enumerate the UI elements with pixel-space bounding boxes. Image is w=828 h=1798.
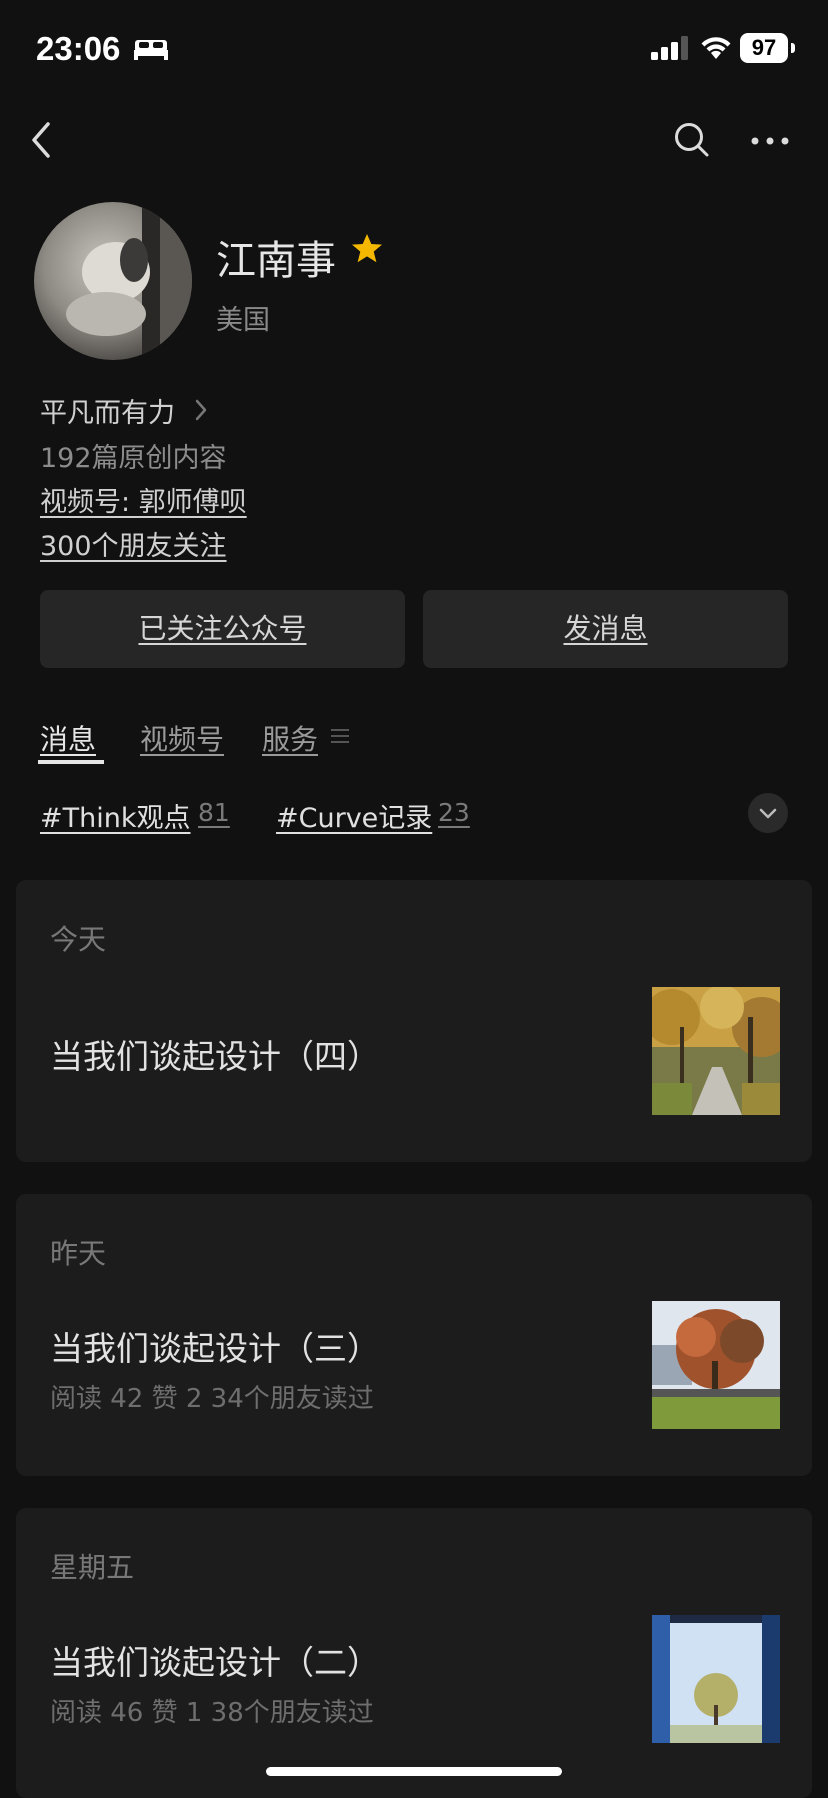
followed-button[interactable]: 已关注公众号 — [40, 590, 405, 668]
star-icon — [350, 232, 384, 270]
tab-services[interactable]: 服务 — [262, 718, 318, 758]
feed-card[interactable]: 星期五 当我们谈起设计（二） 阅读 46 赞 1 38个朋友读过 — [16, 1508, 812, 1798]
motto-link[interactable]: 平凡而有力 — [40, 391, 175, 430]
article-title[interactable]: 当我们谈起设计（四） — [50, 1030, 380, 1078]
article-meta: 阅读 46 赞 1 38个朋友读过 — [50, 1698, 374, 1728]
tag-think-count: 81 — [198, 798, 230, 827]
search-icon[interactable] — [672, 120, 712, 164]
home-indicator[interactable] — [266, 1767, 562, 1776]
sleep-icon — [134, 38, 168, 64]
feed-card[interactable]: 今天 当我们谈起设计（四） — [16, 880, 812, 1162]
tab-active-indicator — [38, 760, 104, 764]
article-title[interactable]: 当我们谈起设计（三） — [50, 1322, 380, 1370]
tag-curve-count: 23 — [438, 798, 470, 827]
status-bar: 23:06 97 — [0, 0, 828, 100]
feed-day: 今天 — [50, 923, 107, 956]
tab-messages[interactable]: 消息 — [40, 718, 96, 758]
battery-indicator: 97 — [740, 33, 788, 63]
tag-think[interactable]: #Think观点 — [40, 796, 190, 835]
nav-bar — [0, 110, 828, 170]
wifi-icon — [699, 34, 733, 64]
feed-day: 星期五 — [50, 1551, 135, 1584]
original-count: 192篇原创内容 — [40, 443, 227, 474]
chevron-right-icon — [194, 398, 208, 426]
article-thumbnail[interactable] — [652, 1615, 780, 1743]
menu-icon[interactable] — [330, 726, 350, 750]
status-time: 23:06 — [36, 30, 121, 67]
tag-curve[interactable]: #Curve记录 — [276, 796, 432, 835]
article-thumbnail[interactable] — [652, 1301, 780, 1429]
back-icon[interactable] — [28, 120, 54, 164]
article-meta: 阅读 42 赞 2 34个朋友读过 — [50, 1384, 374, 1414]
send-message-button[interactable]: 发消息 — [423, 590, 788, 668]
article-thumbnail[interactable] — [652, 987, 780, 1115]
chevron-down-icon[interactable] — [748, 793, 788, 833]
account-name: 江南事 — [216, 238, 336, 284]
location-text: 美国 — [216, 305, 270, 336]
avatar[interactable] — [34, 202, 192, 360]
friends-following-link[interactable]: 300个朋友关注 — [40, 524, 227, 563]
article-title[interactable]: 当我们谈起设计（二） — [50, 1636, 380, 1684]
cellular-signal-icon — [651, 36, 689, 64]
battery-tip — [791, 43, 795, 53]
video-channel-link[interactable]: 视频号: 郭师傅呗 — [40, 480, 247, 519]
tab-video-channel[interactable]: 视频号 — [140, 718, 224, 758]
more-icon[interactable] — [750, 132, 790, 151]
feed-day: 昨天 — [50, 1237, 107, 1270]
feed-card[interactable]: 昨天 当我们谈起设计（三） 阅读 42 赞 2 34个朋友读过 — [16, 1194, 812, 1476]
